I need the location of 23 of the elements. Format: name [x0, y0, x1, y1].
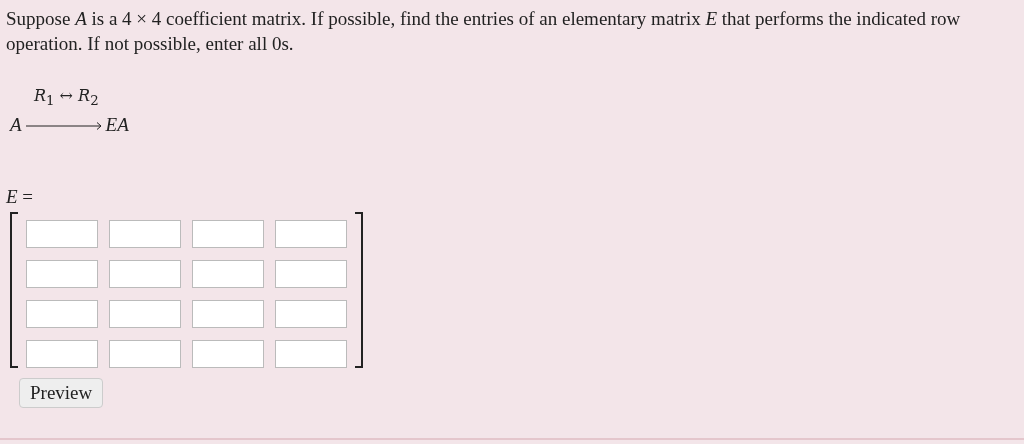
- right-arrow-icon: [25, 121, 102, 132]
- input-field[interactable]: [192, 220, 264, 249]
- matrix-symbol: A: [10, 114, 22, 137]
- input-field[interactable]: [26, 340, 98, 369]
- input-field[interactable]: [192, 260, 264, 289]
- input-field[interactable]: [275, 260, 347, 289]
- product-symbol: EA: [105, 114, 129, 137]
- input-field[interactable]: [26, 260, 98, 289]
- input-field[interactable]: [26, 300, 98, 329]
- input-field[interactable]: [275, 340, 347, 369]
- answer-label: E =: [6, 186, 35, 209]
- preview-button[interactable]: Preview: [19, 378, 104, 409]
- input-field[interactable]: [109, 340, 181, 369]
- input-field[interactable]: [26, 220, 98, 249]
- input-field[interactable]: [109, 220, 181, 249]
- input-field[interactable]: [109, 260, 181, 289]
- input-field[interactable]: [109, 300, 181, 329]
- input-field[interactable]: [275, 300, 347, 329]
- question-text: Suppose A is a 4 × 4 coefficient matrix. If possible, find the entries of an elementary matrix E that performs the indicated row operation. If not possible, enter all 0s.: [6, 7, 962, 56]
- input-field[interactable]: [192, 300, 264, 329]
- input-field[interactable]: [192, 340, 264, 369]
- operation-label: R$_{1}$ ↔ R$_{2}$: [34, 86, 100, 109]
- input-field[interactable]: [275, 220, 347, 249]
